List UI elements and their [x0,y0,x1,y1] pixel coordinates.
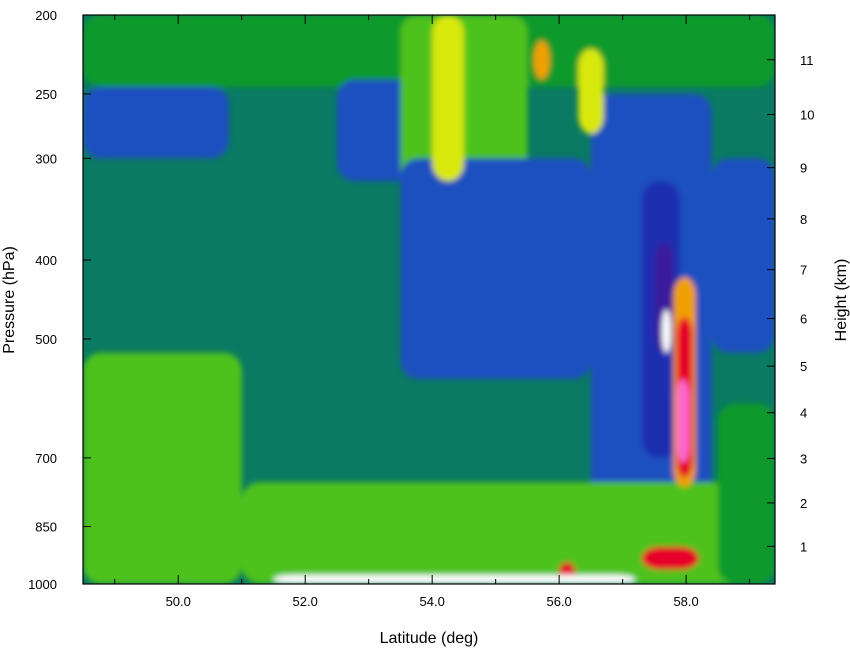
heatmap-region-4 [400,158,591,380]
plot-area [83,15,775,584]
heatmap-region-1 [83,86,230,159]
y-right-tick-label: 11 [800,53,814,68]
heatmap-region-9 [661,309,671,353]
heatmap-region-20 [641,546,699,570]
y-right-tick-label: 4 [800,406,807,421]
y-left-tick-label: 200 [35,8,57,23]
y-right-tick-label: 5 [800,359,807,374]
y-left-tick-label: 500 [35,332,57,347]
y-left-tick-label: 1000 [28,577,57,592]
chart: 50.0 52.0 54.0 56.0 58.0 200 250 300 400 500 700 8… [0,0,850,650]
y-left-tick-label: 850 [35,520,57,535]
heatmap-region-15 [533,40,550,80]
y-right-tick-label: 1 [800,539,807,554]
y-right-tick-label: 8 [800,212,807,227]
x-axis-title: Latitude (deg) [380,630,479,647]
heatmap-region-13 [432,15,464,182]
heatmap-region-10 [83,352,242,584]
heatmap-region-18 [676,379,690,463]
y-right-tick-label: 7 [800,263,807,278]
x-tick-label: 58.0 [673,594,698,609]
x-tick-label: 52.0 [293,594,318,609]
x-tick-label: 50.0 [166,594,191,609]
y-left-tick-label: 400 [35,253,57,268]
y-right-tick-label: 2 [800,496,807,511]
heatmap-region-12 [717,403,775,584]
x-tick-label: 54.0 [420,594,445,609]
heatmap-region-21 [273,575,636,584]
y-right-tick-label: 3 [800,451,807,466]
x-tick-label: 56.0 [546,594,571,609]
heatmap-region-14 [578,48,604,134]
heatmap-region-6 [711,158,775,353]
y-axis-right-title: Height (km) [833,259,850,342]
y-right-tick-label: 6 [800,312,807,327]
y-axis-left-title: Pressure (hPa) [1,246,18,354]
y-left-tick-label: 300 [35,151,57,166]
y-right-tick-label: 9 [800,161,807,176]
y-right-tick-label: 10 [800,107,814,122]
y-left-tick-label: 700 [35,451,57,466]
y-left-tick-label: 250 [35,87,57,102]
heatmap-region-11 [241,482,775,584]
